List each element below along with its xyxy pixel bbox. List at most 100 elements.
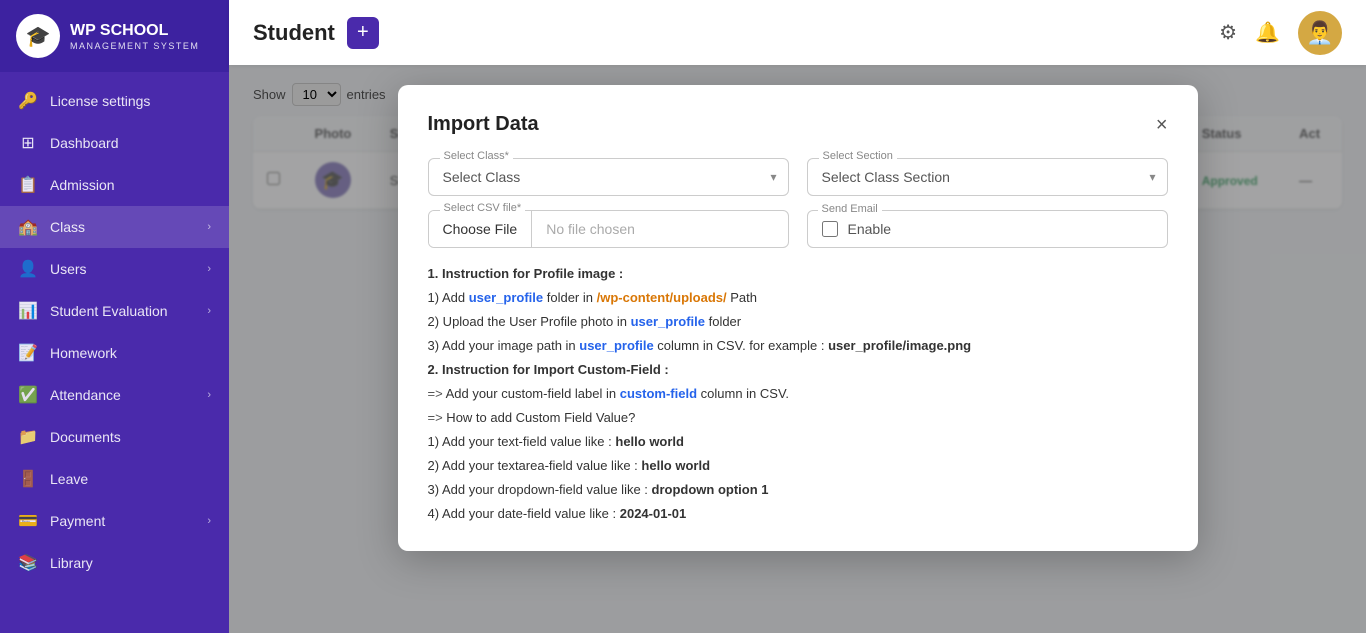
topbar-left: Student +: [253, 17, 379, 49]
sidebar-item-license-settings[interactable]: 🔑 License settings: [0, 80, 229, 122]
instr-2-1-num: 1): [428, 434, 440, 449]
file-input-wrap: Choose File No file chosen: [428, 210, 789, 248]
send-email-group: Send Email Enable: [807, 210, 1168, 248]
instruction-header-2: 2. Instruction for Import Custom-Field :: [428, 362, 669, 377]
sidebar-item-dashboard[interactable]: ⊞ Dashboard: [0, 122, 229, 164]
nav-icon: 🚪: [18, 469, 38, 489]
sidebar-item-users[interactable]: 👤 Users ›: [0, 248, 229, 290]
chevron-right-icon: ›: [207, 389, 211, 401]
sidebar-item-label: Class: [50, 219, 85, 235]
select-class-wrap: Select Class ▾: [428, 158, 789, 196]
sidebar-nav: 🔑 License settings ⊞ Dashboard 📋 Admissi…: [0, 72, 229, 592]
chevron-right-icon: ›: [207, 221, 211, 233]
sidebar-item-label: Student Evaluation: [50, 303, 168, 319]
chevron-right-icon: ›: [207, 305, 211, 317]
logo-icon: 🎓: [16, 14, 60, 58]
logo-subtitle: MANAGEMENT SYSTEM: [70, 41, 199, 51]
nav-icon: 💳: [18, 511, 38, 531]
modal-title: Import Data: [428, 113, 539, 136]
csv-file-group: Select CSV file* Choose File No file cho…: [428, 210, 789, 248]
gear-icon[interactable]: ⚙: [1219, 20, 1237, 45]
arrow-icon-1: =>: [428, 386, 443, 401]
instruction-header-1: 1. Instruction for Profile image :: [428, 266, 624, 281]
instr-2-3-code: dropdown option 1: [652, 482, 769, 497]
select-class-group: Select Class* Select Class ▾: [428, 158, 789, 196]
instr-2-1-highlight: custom-field: [620, 386, 697, 401]
chevron-right-icon: ›: [207, 263, 211, 275]
instr-2-2-code: hello world: [641, 458, 710, 473]
nav-icon: 🏫: [18, 217, 38, 237]
instr-1-3-num: 3): [428, 338, 440, 353]
select-section-dropdown[interactable]: Select Class Section: [807, 158, 1168, 196]
form-row-1: Select Class* Select Class ▾ Select Sect…: [428, 158, 1168, 196]
sidebar-item-library[interactable]: 📚 Library: [0, 542, 229, 584]
nav-icon: ⊞: [18, 133, 38, 153]
topbar-right: ⚙ 🔔 👨‍💼: [1219, 11, 1342, 55]
file-name-display: No file chosen: [532, 211, 787, 247]
sidebar-item-label: Attendance: [50, 387, 121, 403]
choose-file-button[interactable]: Choose File: [429, 211, 533, 247]
sidebar-item-label: Admission: [50, 177, 115, 193]
csv-file-label: Select CSV file*: [440, 202, 526, 214]
sidebar-item-attendance[interactable]: ✅ Attendance ›: [0, 374, 229, 416]
instr-1-1-highlight: user_profile: [469, 290, 543, 305]
logo-title: WP SCHOOL: [70, 21, 199, 40]
bell-icon[interactable]: 🔔: [1255, 20, 1280, 45]
select-section-wrap: Select Class Section ▾: [807, 158, 1168, 196]
instr-2-3-num: 3): [428, 482, 440, 497]
nav-icon: ✅: [18, 385, 38, 405]
modal-overlay: Import Data × Select Class* Select Class…: [229, 65, 1366, 633]
sidebar-item-admission[interactable]: 📋 Admission: [0, 164, 229, 206]
modal-close-button[interactable]: ×: [1156, 115, 1168, 135]
sidebar-logo: 🎓 WP SCHOOL MANAGEMENT SYSTEM: [0, 0, 229, 72]
nav-icon: 👤: [18, 259, 38, 279]
nav-icon: 🔑: [18, 91, 38, 111]
logo-text: WP SCHOOL MANAGEMENT SYSTEM: [70, 21, 199, 50]
form-row-2: Select CSV file* Choose File No file cho…: [428, 210, 1168, 248]
send-email-label: Send Email: [818, 203, 882, 215]
send-email-checkbox[interactable]: [822, 221, 838, 237]
nav-icon: 📁: [18, 427, 38, 447]
instr-1-3-code: user_profile/image.png: [828, 338, 971, 353]
send-email-wrapper: Send Email Enable: [807, 210, 1168, 248]
avatar[interactable]: 👨‍💼: [1298, 11, 1342, 55]
sidebar-item-label: Documents: [50, 429, 121, 445]
nav-icon: 📚: [18, 553, 38, 573]
sidebar-item-label: Library: [50, 555, 93, 571]
page-title: Student: [253, 20, 335, 46]
add-student-button[interactable]: +: [347, 17, 379, 49]
topbar: Student + ⚙ 🔔 👨‍💼: [229, 0, 1366, 65]
sidebar-item-label: License settings: [50, 93, 150, 109]
instr-1-2-highlight: user_profile: [631, 314, 705, 329]
sidebar-item-label: Homework: [50, 345, 117, 361]
nav-icon: 📝: [18, 343, 38, 363]
instr-2-1-code: hello world: [615, 434, 684, 449]
send-email-enable-label: Enable: [848, 221, 892, 237]
sidebar-item-leave[interactable]: 🚪 Leave: [0, 458, 229, 500]
sidebar-item-label: Dashboard: [50, 135, 119, 151]
instr-2-4-code: 2024-01-01: [620, 506, 687, 521]
modal-header: Import Data ×: [428, 113, 1168, 136]
sidebar-item-label: Users: [50, 261, 87, 277]
select-section-label: Select Section: [819, 150, 897, 162]
instr-1-1-path: /wp-content/uploads/: [597, 290, 727, 305]
main-content: Student + ⚙ 🔔 👨‍💼 Show 10 25 50 entries: [229, 0, 1366, 633]
sidebar-item-documents[interactable]: 📁 Documents: [0, 416, 229, 458]
sidebar-item-class[interactable]: 🏫 Class ›: [0, 206, 229, 248]
sidebar-item-label: Payment: [50, 513, 105, 529]
instr-1-2-num: 2): [428, 314, 440, 329]
sidebar-item-payment[interactable]: 💳 Payment ›: [0, 500, 229, 542]
select-class-dropdown[interactable]: Select Class: [428, 158, 789, 196]
nav-icon: 📋: [18, 175, 38, 195]
sidebar-item-student-evaluation[interactable]: 📊 Student Evaluation ›: [0, 290, 229, 332]
sidebar-item-label: Leave: [50, 471, 88, 487]
instr-2-4-num: 4): [428, 506, 440, 521]
instr-1-3-highlight: user_profile: [579, 338, 653, 353]
instructions-section: 1. Instruction for Profile image : 1) Ad…: [428, 262, 1168, 527]
sidebar-item-homework[interactable]: 📝 Homework: [0, 332, 229, 374]
select-section-group: Select Section Select Class Section ▾: [807, 158, 1168, 196]
content-area: Show 10 25 50 entries Photo S Name: [229, 65, 1366, 633]
instr-1-1-num: 1): [428, 290, 440, 305]
instr-2-2-num: 2): [428, 458, 440, 473]
import-data-modal: Import Data × Select Class* Select Class…: [398, 85, 1198, 551]
